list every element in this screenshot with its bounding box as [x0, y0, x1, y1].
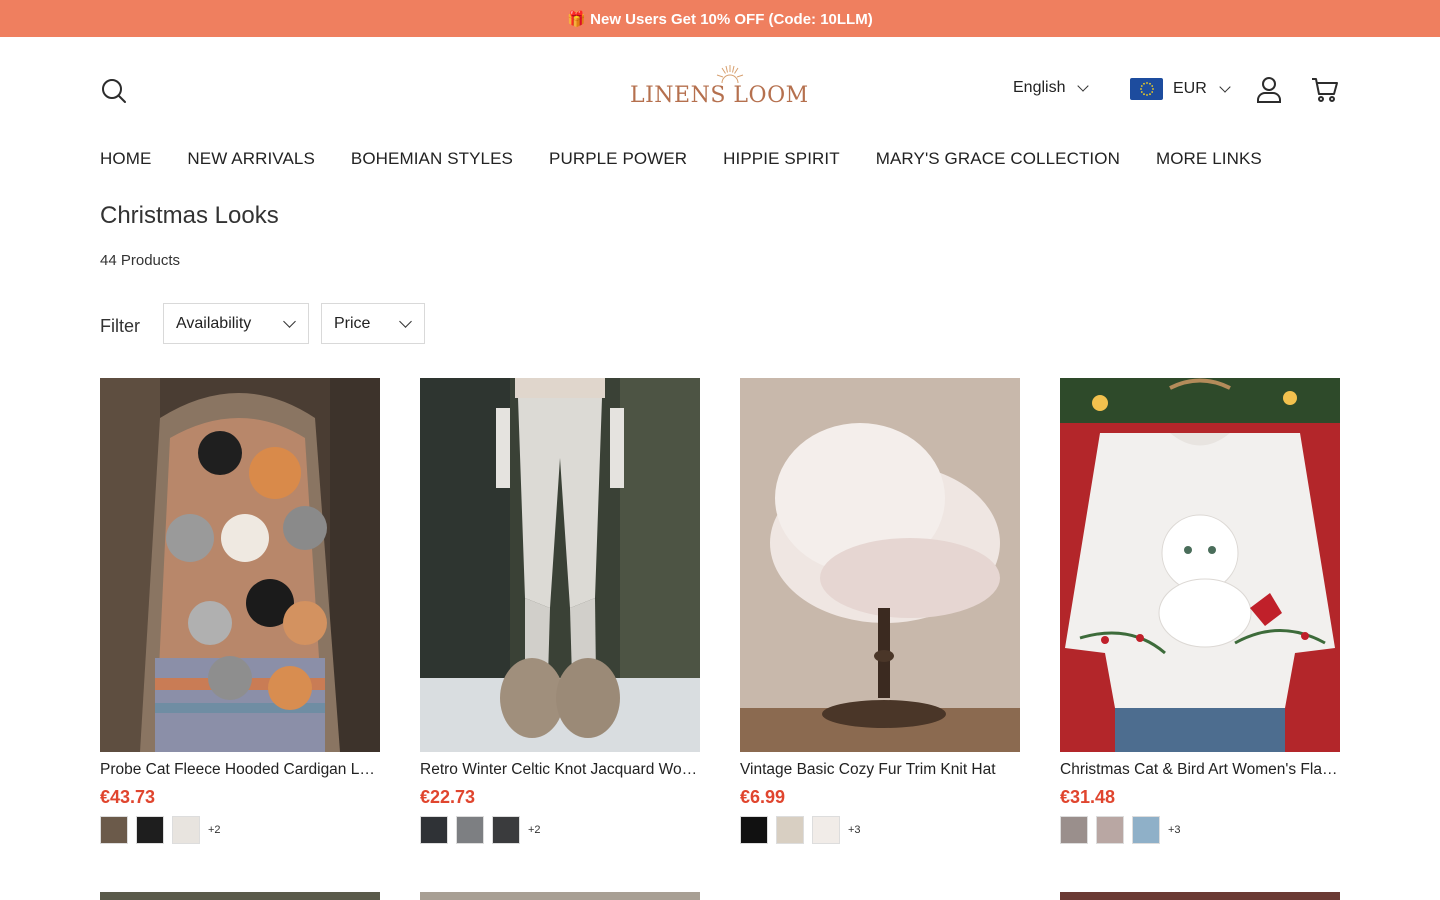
chevron-down-icon	[1219, 81, 1231, 93]
color-swatch[interactable]	[420, 816, 448, 844]
product-card[interactable]: Retro Winter Celtic Knot Jacquard Wool L…	[420, 378, 700, 844]
nav-item-home[interactable]: HOME	[100, 149, 151, 171]
site-logo[interactable]: LINENS LOOM	[630, 63, 810, 113]
page-title: Christmas Looks	[100, 202, 279, 229]
product-image-cat-cardigan[interactable]	[100, 378, 380, 752]
color-swatches: +2	[420, 816, 700, 844]
product-title[interactable]: Probe Cat Fleece Hooded Cardigan Loose C…	[100, 761, 380, 779]
more-colors-count[interactable]: +2	[208, 824, 221, 836]
price-filter[interactable]: Price	[321, 303, 425, 344]
product-title[interactable]: Vintage Basic Cozy Fur Trim Knit Hat	[740, 761, 1020, 779]
product-price: €6.99	[740, 787, 786, 807]
logo-text: LINENS LOOM	[630, 83, 809, 108]
currency-label: EUR	[1173, 80, 1207, 97]
color-swatch[interactable]	[456, 816, 484, 844]
chevron-down-icon	[399, 314, 412, 328]
more-colors-count[interactable]: +2	[528, 824, 541, 836]
color-swatches: +3	[1060, 816, 1340, 844]
product-price: €22.73	[420, 787, 476, 807]
cart-icon	[1312, 78, 1338, 102]
color-swatch[interactable]	[776, 816, 804, 844]
product-title[interactable]: Christmas Cat & Bird Art Women's Flannel…	[1060, 761, 1340, 779]
eu-stars-icon	[1139, 82, 1154, 96]
more-colors-count[interactable]: +3	[1168, 824, 1181, 836]
product-image-peek[interactable]	[1060, 892, 1340, 900]
product-price: €43.73	[100, 787, 156, 807]
search-button[interactable]	[98, 75, 130, 107]
color-swatches: +2	[100, 816, 380, 844]
more-colors-count[interactable]: +3	[848, 824, 861, 836]
eu-flag-icon	[1130, 78, 1163, 100]
main-nav: HOME NEW ARRIVALS BOHEMIAN STYLES PURPLE…	[100, 149, 1262, 171]
account-button[interactable]	[1253, 74, 1285, 106]
product-image-peek[interactable]	[100, 892, 380, 900]
nav-item-purple-power[interactable]: PURPLE POWER	[549, 149, 687, 171]
product-image-christmas-sweatshirt[interactable]	[1060, 378, 1340, 752]
product-count: 44 Products	[100, 252, 181, 269]
product-price: €31.48	[1060, 787, 1116, 807]
color-swatch[interactable]	[740, 816, 768, 844]
product-image-peek[interactable]	[740, 892, 1020, 900]
filter-label: Filter	[100, 316, 140, 336]
chevron-down-icon	[1077, 80, 1090, 92]
product-card[interactable]: Vintage Basic Cozy Fur Trim Knit Hat €6.…	[740, 378, 1020, 844]
next-product-row	[100, 892, 1340, 900]
color-swatch[interactable]	[812, 816, 840, 844]
cart-button[interactable]	[1309, 74, 1341, 106]
nav-item-marys-grace-collection[interactable]: MARY'S GRACE COLLECTION	[876, 149, 1120, 171]
product-grid: Probe Cat Fleece Hooded Cardigan Loose C…	[100, 378, 1340, 844]
nav-item-bohemian-styles[interactable]: BOHEMIAN STYLES	[351, 149, 513, 171]
price-filter-label: Price	[334, 314, 371, 332]
availability-filter-label: Availability	[176, 314, 252, 332]
search-icon	[102, 79, 126, 103]
color-swatch[interactable]	[492, 816, 520, 844]
product-card[interactable]: Probe Cat Fleece Hooded Cardigan Loose C…	[100, 378, 380, 844]
product-image-peek[interactable]	[420, 892, 700, 900]
product-image-knit-leggings[interactable]	[420, 378, 700, 752]
chevron-down-icon	[283, 314, 296, 328]
announcement-bar: 🎁 New Users Get 10% OFF (Code: 10LLM)	[0, 0, 1440, 37]
user-icon	[1257, 77, 1281, 103]
product-image-fur-hat[interactable]	[740, 378, 1020, 752]
color-swatch[interactable]	[1096, 816, 1124, 844]
announcement-text: 🎁 New Users Get 10% OFF (Code: 10LLM)	[567, 10, 873, 28]
product-title[interactable]: Retro Winter Celtic Knot Jacquard Wool L…	[420, 761, 700, 779]
nav-item-hippie-spirit[interactable]: HIPPIE SPIRIT	[723, 149, 840, 171]
color-swatch[interactable]	[172, 816, 200, 844]
color-swatches: +3	[740, 816, 1020, 844]
color-swatch[interactable]	[100, 816, 128, 844]
availability-filter[interactable]: Availability	[163, 303, 309, 344]
product-card[interactable]: Christmas Cat & Bird Art Women's Flannel…	[1060, 378, 1340, 844]
color-swatch[interactable]	[1132, 816, 1160, 844]
currency-selector[interactable]: EUR	[1130, 78, 1231, 100]
site-header: LINENS LOOM English EUR	[0, 37, 1440, 143]
language-label: English	[1013, 79, 1066, 96]
nav-item-more-links[interactable]: MORE LINKS	[1156, 149, 1262, 171]
language-selector[interactable]: English	[1013, 79, 1090, 97]
color-swatch[interactable]	[136, 816, 164, 844]
color-swatch[interactable]	[1060, 816, 1088, 844]
nav-item-new-arrivals[interactable]: NEW ARRIVALS	[187, 149, 314, 171]
